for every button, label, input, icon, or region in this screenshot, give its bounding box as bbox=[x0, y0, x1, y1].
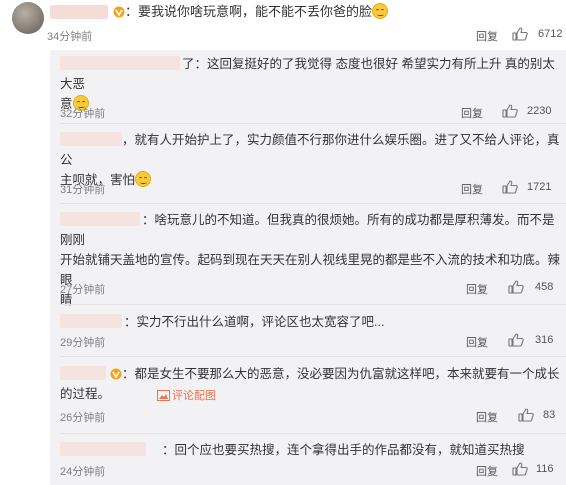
divider bbox=[60, 304, 566, 305]
username-redacted[interactable] bbox=[50, 5, 108, 19]
reply-item: ：实力不行出什么道啊，评论区也太宽容了吧... 29分钟前 回复 316 bbox=[50, 308, 566, 358]
vip-badge-icon bbox=[110, 368, 122, 380]
timestamp: 24分钟前 bbox=[60, 466, 106, 478]
divider bbox=[60, 433, 566, 434]
thumbs-up-icon[interactable] bbox=[502, 180, 518, 194]
like-count: 2230 bbox=[527, 105, 552, 117]
reply-text: 了：这回复挺好的了我觉得 态度也很好 希望实力有所上升 真的别太大恶 意 bbox=[60, 57, 555, 111]
reply-item: 了：这回复挺好的了我觉得 态度也很好 希望实力有所上升 真的别太大恶 意 32分… bbox=[50, 50, 566, 124]
thumbs-up-icon[interactable] bbox=[518, 408, 534, 422]
reply-text: ：实力不行出什么道啊，评论区也太宽容了吧... bbox=[124, 315, 385, 329]
avatar[interactable] bbox=[12, 2, 44, 34]
comment-text: ：要我说你啥玩意啊，能不能不丢你爸的脸 bbox=[113, 3, 389, 21]
timestamp: 27分钟前 bbox=[60, 284, 106, 296]
comment-image-link[interactable]: 评论配图 bbox=[157, 387, 216, 403]
divider bbox=[60, 203, 566, 204]
timestamp: 34分钟前 bbox=[47, 31, 93, 43]
thumbs-up-icon[interactable] bbox=[502, 104, 518, 118]
reply-item: ：啥玩意儿的不知道。但我真的很烦她。所有的成功都是厚积薄发。而不是刚刚 开始就铺… bbox=[50, 206, 566, 307]
like-count: 6712 bbox=[538, 28, 563, 40]
reply-button[interactable]: 回复 bbox=[476, 409, 498, 425]
reply-item: ：都是女生不要那么大的恶意，没必要因为仇富就这样吧，本来就要有一个成长 的过程。… bbox=[50, 360, 566, 434]
smile-emoji-icon bbox=[135, 171, 152, 187]
laughing-emoji-icon bbox=[372, 3, 389, 19]
thumbs-up-icon[interactable] bbox=[508, 280, 524, 294]
like-count: 1721 bbox=[527, 181, 552, 193]
timestamp: 31分钟前 bbox=[60, 184, 106, 196]
divider bbox=[60, 356, 566, 357]
replies-panel: 了：这回复挺好的了我觉得 态度也很好 希望实力有所上升 真的别太大恶 意 32分… bbox=[50, 50, 566, 485]
reply-item: ，就有人开始护上了，实力颜值不行那你进什么娱乐圈。进了又不给人评论，真公 主呗就… bbox=[50, 126, 566, 204]
timestamp: 32分钟前 bbox=[60, 108, 106, 120]
like-count: 458 bbox=[535, 281, 554, 293]
top-comment: ：要我说你啥玩意啊，能不能不丢你爸的脸 34分钟前 回复 6712 bbox=[0, 0, 566, 48]
thumbs-up-icon[interactable] bbox=[508, 333, 524, 347]
thumbs-up-icon[interactable] bbox=[512, 462, 528, 476]
reply-button[interactable]: 回复 bbox=[476, 28, 498, 44]
reply-text: ：都是女生不要那么大的恶意，没必要因为仇富就这样吧，本来就要有一个成长 的过程。 bbox=[60, 367, 560, 401]
timestamp: 26分钟前 bbox=[60, 412, 106, 424]
like-count: 316 bbox=[535, 334, 554, 346]
reply-button[interactable]: 回复 bbox=[476, 463, 498, 479]
reply-item: ：回个应也要买热搜，连个拿得出手的作品都没有，就知道买热搜 24分钟前 回复 1… bbox=[50, 436, 566, 485]
vip-badge-icon bbox=[113, 6, 125, 18]
divider bbox=[60, 123, 566, 124]
like-count: 116 bbox=[536, 463, 554, 475]
thumbs-up-icon[interactable] bbox=[512, 27, 528, 41]
image-icon bbox=[157, 390, 170, 401]
timestamp: 29分钟前 bbox=[60, 337, 106, 349]
reply-button[interactable]: 回复 bbox=[466, 281, 488, 297]
reply-text: ，就有人开始护上了，实力颜值不行那你进什么娱乐圈。进了又不给人评论，真公 主呗就… bbox=[60, 133, 560, 187]
like-count: 83 bbox=[543, 409, 556, 421]
reply-button[interactable]: 回复 bbox=[461, 181, 483, 197]
reply-button[interactable]: 回复 bbox=[466, 334, 488, 350]
reply-text: ：回个应也要买热搜，连个拿得出手的作品都没有，就知道买热搜 bbox=[162, 443, 525, 457]
reply-button[interactable]: 回复 bbox=[461, 105, 483, 121]
